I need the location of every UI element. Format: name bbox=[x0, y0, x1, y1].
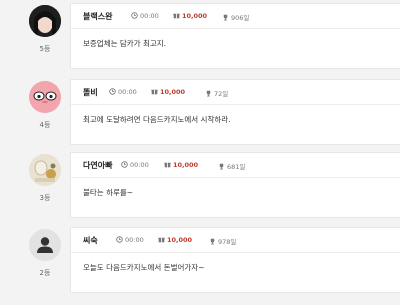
rank-label: 2등 bbox=[39, 269, 51, 277]
points-meta: 10,000 bbox=[158, 236, 192, 244]
gift-icon bbox=[151, 89, 158, 95]
time-value: 00:00 bbox=[140, 12, 159, 20]
gift-icon bbox=[158, 237, 165, 243]
points-value: 10,000 bbox=[167, 236, 193, 244]
time-value: 00:00 bbox=[118, 88, 137, 96]
days-meta: 906일 bbox=[222, 12, 249, 22]
user-name[interactable]: 블랙스완 bbox=[83, 11, 112, 22]
points-meta: 10,000 bbox=[173, 12, 207, 20]
comment-text: 오늘도 다음드카지노에서 돈벌어가자~ bbox=[83, 263, 205, 272]
days-value: 681일 bbox=[227, 163, 246, 171]
divider bbox=[71, 104, 400, 105]
points-value: 10,000 bbox=[173, 161, 199, 169]
avatar[interactable] bbox=[29, 229, 61, 261]
time-meta: 00:00 bbox=[109, 88, 137, 96]
comment-card: 똘비 00:00 10,000 72일 최고에 도달하려면 다음드카지노에서 시… bbox=[70, 79, 400, 145]
days-meta: 681일 bbox=[218, 161, 245, 171]
comment-text: 불타는 하루를~ bbox=[83, 188, 134, 197]
trophy-icon bbox=[219, 163, 224, 170]
avatar[interactable] bbox=[29, 154, 61, 186]
comment-row: 2등 씨숙 00:00 10,000 978일 오늘도 다음드카지노에서 돈벌어… bbox=[0, 227, 400, 305]
points-value: 10,000 bbox=[182, 12, 208, 20]
days-meta: 978일 bbox=[209, 236, 236, 246]
days-value: 72일 bbox=[214, 90, 229, 98]
time-meta: 00:00 bbox=[121, 161, 149, 169]
days-meta: 72일 bbox=[205, 88, 228, 98]
comment-card: 블랙스완 00:00 10,000 906일 보증업체는 담카가 최고지. bbox=[70, 3, 400, 69]
time-value: 00:00 bbox=[130, 161, 149, 169]
avatar[interactable] bbox=[29, 81, 61, 113]
points-value: 10,000 bbox=[160, 88, 186, 96]
rank-label: 5등 bbox=[39, 45, 51, 53]
comment-text: 최고에 도달하려면 다음드카지노에서 시작하라. bbox=[83, 115, 231, 124]
trophy-icon bbox=[223, 14, 228, 21]
time-value: 00:00 bbox=[125, 236, 144, 244]
gift-icon bbox=[164, 162, 171, 168]
rank-label: 4등 bbox=[39, 121, 51, 129]
user-name[interactable]: 똘비 bbox=[83, 87, 98, 98]
avatar[interactable] bbox=[29, 5, 61, 37]
user-name[interactable]: 다연아빠 bbox=[83, 160, 112, 171]
clock-icon bbox=[109, 88, 116, 95]
comment-card: 씨숙 00:00 10,000 978일 오늘도 다음드카지노에서 돈벌어가자~ bbox=[70, 227, 400, 293]
clock-icon bbox=[116, 236, 123, 243]
clock-icon bbox=[121, 161, 128, 168]
time-meta: 00:00 bbox=[116, 236, 144, 244]
gift-icon bbox=[173, 13, 180, 19]
divider bbox=[71, 177, 400, 178]
days-value: 906일 bbox=[231, 14, 250, 22]
points-meta: 10,000 bbox=[164, 161, 198, 169]
divider bbox=[71, 28, 400, 29]
comment-card: 다연아빠 00:00 10,000 681일 불타는 하루를~ bbox=[70, 152, 400, 218]
comment-row: 5등 블랙스완 00:00 10,000 906일 보증업체는 담카가 최고지. bbox=[0, 3, 400, 81]
clock-icon bbox=[131, 12, 138, 19]
days-value: 978일 bbox=[218, 238, 237, 246]
trophy-icon bbox=[206, 90, 211, 97]
comment-row: 3등 다연아빠 00:00 10,000 681일 불타는 하루를~ bbox=[0, 152, 400, 230]
divider bbox=[71, 252, 400, 253]
points-meta: 10,000 bbox=[151, 88, 185, 96]
comment-row: 4등 똘비 00:00 10,000 72일 최고에 도달하려면 다음드카지노에… bbox=[0, 79, 400, 157]
rank-label: 3등 bbox=[39, 194, 51, 202]
trophy-icon bbox=[210, 238, 215, 245]
comment-text: 보증업체는 담카가 최고지. bbox=[83, 39, 167, 48]
user-name[interactable]: 씨숙 bbox=[83, 235, 98, 246]
time-meta: 00:00 bbox=[131, 12, 159, 20]
